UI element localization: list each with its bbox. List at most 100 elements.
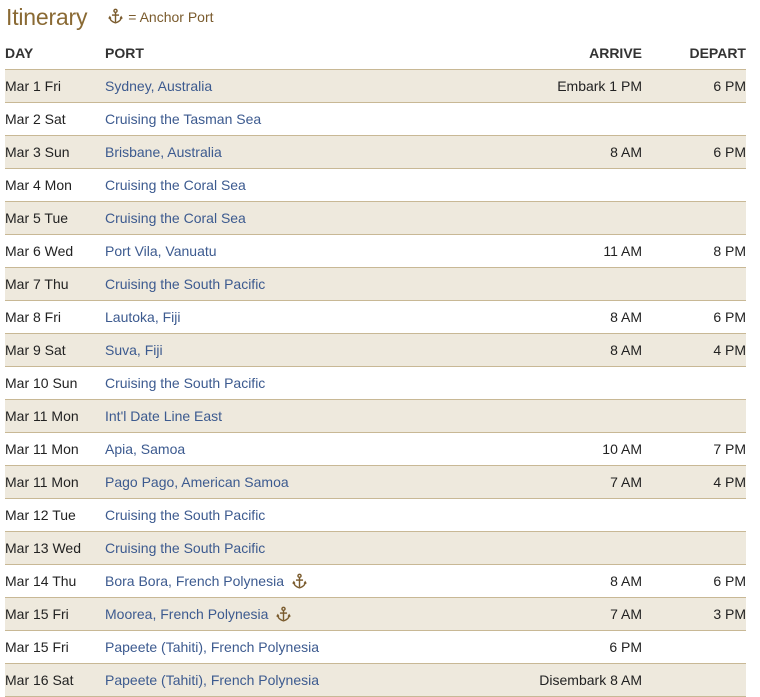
port-cell: Cruising the South Pacific	[105, 498, 510, 532]
port-cell-content: Bora Bora, French Polynesia	[105, 565, 308, 597]
table-row: Mar 10 Sun Cruising the South Pacific	[5, 366, 746, 400]
arrive-cell: 10 AM	[510, 432, 642, 466]
table-row: Mar 1 Fri Sydney, Australia Embark 1 PM 6 P…	[5, 69, 746, 103]
port-link[interactable]: Cruising the South Pacific	[105, 367, 265, 399]
table-row: Mar 11 Mon Int'l Date Line East	[5, 399, 746, 433]
depart-cell	[642, 531, 746, 565]
day-cell: Mar 15 Fri	[5, 597, 105, 631]
port-link[interactable]: Brisbane, Australia	[105, 136, 222, 168]
column-header-arrive: ARRIVE	[510, 38, 642, 70]
port-link[interactable]: Papeete (Tahiti), French Polynesia	[105, 664, 319, 696]
depart-cell	[642, 267, 746, 301]
column-header-depart: DEPART	[642, 38, 746, 70]
day-cell: Mar 11 Mon	[5, 465, 105, 499]
table-row: Mar 2 Sat Cruising the Tasman Sea	[5, 102, 746, 136]
port-cell-content: Papeete (Tahiti), French Polynesia	[105, 631, 319, 663]
arrive-cell	[510, 168, 642, 202]
port-cell-content: Cruising the South Pacific	[105, 499, 265, 531]
day-cell: Mar 5 Tue	[5, 201, 105, 235]
day-cell: Mar 14 Thu	[5, 564, 105, 598]
port-link[interactable]: Moorea, French Polynesia	[105, 598, 268, 630]
port-link[interactable]: Cruising the South Pacific	[105, 268, 265, 300]
itinerary-header: Itinerary = Anchor Port	[6, 4, 214, 36]
port-cell: Apia, Samoa	[105, 432, 510, 466]
arrive-cell: 8 AM	[510, 135, 642, 169]
port-cell-content: Cruising the Coral Sea	[105, 169, 246, 201]
table-row: Mar 13 Wed Cruising the South Pacific	[5, 531, 746, 565]
page-title: Itinerary	[6, 4, 88, 30]
arrive-cell	[510, 531, 642, 565]
day-cell: Mar 13 Wed	[5, 531, 105, 565]
arrive-cell: 7 AM	[510, 465, 642, 499]
day-cell: Mar 1 Fri	[5, 69, 105, 103]
day-cell: Mar 3 Sun	[5, 135, 105, 169]
port-link[interactable]: Port Vila, Vanuatu	[105, 235, 217, 267]
depart-cell: 6 PM	[642, 69, 746, 103]
port-cell: Papeete (Tahiti), French Polynesia	[105, 630, 510, 664]
port-link[interactable]: Cruising the South Pacific	[105, 532, 265, 564]
day-cell: Mar 4 Mon	[5, 168, 105, 202]
port-cell: Cruising the Coral Sea	[105, 168, 510, 202]
anchor-legend-label: = Anchor Port	[128, 8, 214, 25]
port-cell-content: Cruising the South Pacific	[105, 532, 265, 564]
port-link[interactable]: Bora Bora, French Polynesia	[105, 565, 284, 597]
port-cell-content: Lautoka, Fiji	[105, 301, 180, 333]
arrive-cell: 8 AM	[510, 564, 642, 598]
depart-cell	[642, 102, 746, 136]
port-cell-content: Cruising the Coral Sea	[105, 202, 246, 234]
depart-cell	[642, 498, 746, 532]
depart-cell: 4 PM	[642, 465, 746, 499]
port-cell: Papeete (Tahiti), French Polynesia	[105, 663, 510, 697]
port-link[interactable]: Lautoka, Fiji	[105, 301, 180, 333]
port-link[interactable]: Cruising the South Pacific	[105, 499, 265, 531]
port-link[interactable]: Apia, Samoa	[105, 433, 185, 465]
table-row: Mar 5 Tue Cruising the Coral Sea	[5, 201, 746, 235]
arrive-cell	[510, 267, 642, 301]
table-row: Mar 8 Fri Lautoka, Fiji 8 AM 6 PM	[5, 300, 746, 334]
port-link[interactable]: Papeete (Tahiti), French Polynesia	[105, 631, 319, 663]
depart-cell: 7 PM	[642, 432, 746, 466]
arrive-cell	[510, 366, 642, 400]
table-row: Mar 9 Sat Suva, Fiji 8 AM 4 PM	[5, 333, 746, 367]
depart-cell: 6 PM	[642, 300, 746, 334]
depart-cell: 4 PM	[642, 333, 746, 367]
port-cell-content: Cruising the South Pacific	[105, 268, 265, 300]
depart-cell: 6 PM	[642, 135, 746, 169]
port-link[interactable]: Cruising the Tasman Sea	[105, 103, 261, 135]
anchor-icon	[275, 606, 292, 623]
table-header-row: DAY PORT ARRIVE DEPART	[5, 38, 746, 70]
day-cell: Mar 10 Sun	[5, 366, 105, 400]
itinerary-table: DAY PORT ARRIVE DEPART Mar 1 Fri Sydney, …	[5, 38, 746, 697]
column-header-day: DAY	[5, 38, 105, 70]
port-link[interactable]: Cruising the Coral Sea	[105, 202, 246, 234]
port-link[interactable]: Int'l Date Line East	[105, 400, 222, 432]
port-cell-content: Pago Pago, American Samoa	[105, 466, 289, 498]
depart-cell	[642, 630, 746, 664]
port-link[interactable]: Cruising the Coral Sea	[105, 169, 246, 201]
day-cell: Mar 8 Fri	[5, 300, 105, 334]
port-link[interactable]: Sydney, Australia	[105, 70, 212, 102]
port-link[interactable]: Pago Pago, American Samoa	[105, 466, 289, 498]
table-row: Mar 6 Wed Port Vila, Vanuatu 11 AM 8 PM	[5, 234, 746, 268]
anchor-icon	[107, 8, 124, 25]
arrive-cell	[510, 399, 642, 433]
arrive-cell: 6 PM	[510, 630, 642, 664]
port-cell: Pago Pago, American Samoa	[105, 465, 510, 499]
port-cell-content: Int'l Date Line East	[105, 400, 222, 432]
day-cell: Mar 11 Mon	[5, 399, 105, 433]
port-cell-content: Suva, Fiji	[105, 334, 163, 366]
port-cell-content: Cruising the Tasman Sea	[105, 103, 261, 135]
port-cell: Brisbane, Australia	[105, 135, 510, 169]
port-cell: Cruising the South Pacific	[105, 366, 510, 400]
depart-cell: 3 PM	[642, 597, 746, 631]
table-row: Mar 16 Sat Papeete (Tahiti), French Polyn…	[5, 663, 746, 697]
arrive-cell: 8 AM	[510, 300, 642, 334]
port-link[interactable]: Suva, Fiji	[105, 334, 163, 366]
day-cell: Mar 15 Fri	[5, 630, 105, 664]
depart-cell: 6 PM	[642, 564, 746, 598]
itinerary-panel: Itinerary = Anchor Port DAY PORT ARRIVE	[0, 0, 760, 697]
day-cell: Mar 11 Mon	[5, 432, 105, 466]
port-cell: Cruising the South Pacific	[105, 267, 510, 301]
port-cell-content: Papeete (Tahiti), French Polynesia	[105, 664, 319, 696]
table-row: Mar 4 Mon Cruising the Coral Sea	[5, 168, 746, 202]
